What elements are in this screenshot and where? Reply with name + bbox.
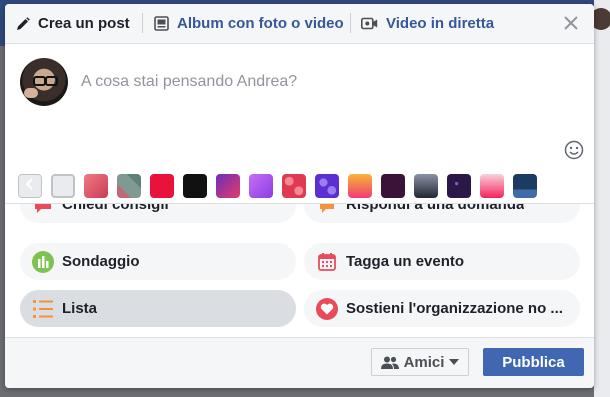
pencil-icon [16, 16, 30, 31]
swatches-back-button[interactable] [18, 174, 42, 198]
swatch-orange-pink[interactable] [348, 174, 372, 198]
tab-create-post-label: Crea un post [38, 15, 130, 32]
tab-live-video-label: Video in diretta [386, 15, 495, 32]
avatar-glasses-right [45, 76, 58, 86]
option-tag-event[interactable]: Tagga un evento [304, 243, 580, 280]
swatch-slate[interactable] [414, 174, 438, 198]
option-answer-question[interactable]: Rispondi a una domanda [304, 203, 580, 223]
swatch-violet[interactable] [249, 174, 273, 198]
swatch-dots-red[interactable] [282, 174, 306, 198]
swatch-dark-plum[interactable] [381, 174, 405, 198]
post-type-tabs: Crea un post Album con foto o video Vide… [5, 4, 594, 44]
audience-selector[interactable]: Amici [371, 348, 469, 376]
option-answer-question-label: Rispondi a una domanda [346, 203, 525, 213]
swatch-dots-purple[interactable] [315, 174, 339, 198]
calendar-icon [315, 250, 338, 273]
tab-create-post[interactable]: Crea un post [16, 4, 130, 43]
swatch-red[interactable] [150, 174, 174, 198]
avatar-hand [24, 88, 38, 98]
swatch-city[interactable] [513, 174, 537, 198]
option-list[interactable]: Lista [20, 290, 296, 327]
create-post-dialog: Crea un post Album con foto o video Vide… [5, 4, 594, 388]
emoji-icon[interactable] [564, 140, 584, 160]
heart-donate-icon [315, 297, 338, 320]
option-tag-event-label: Tagga un evento [346, 253, 465, 270]
list-icon [31, 297, 54, 320]
option-poll-label: Sondaggio [62, 253, 140, 270]
swatch-red-pattern[interactable] [84, 174, 108, 198]
swatch-pink[interactable] [480, 174, 504, 198]
swatch-black[interactable] [183, 174, 207, 198]
friends-icon [380, 356, 399, 369]
post-composer[interactable]: A cosa stai pensando Andrea? [5, 44, 594, 169]
tab-photo-album[interactable]: Album con foto o video [154, 4, 344, 43]
swatch-night[interactable] [447, 174, 471, 198]
option-list-label: Lista [62, 300, 98, 317]
audience-label: Amici [403, 353, 445, 371]
background-color-picker [18, 174, 578, 200]
option-poll[interactable]: Sondaggio [20, 243, 296, 280]
post-options: Chiedi consigli Rispondi a una domanda S… [5, 203, 594, 335]
option-ask-advice[interactable]: Chiedi consigli [20, 203, 296, 223]
tab-divider [142, 13, 143, 33]
publish-button[interactable]: Pubblica [483, 348, 584, 376]
tab-divider [350, 13, 351, 33]
option-ask-advice-label: Chiedi consigli [62, 203, 169, 213]
swatch-purple-pink[interactable] [216, 174, 240, 198]
poll-icon [31, 250, 54, 273]
tab-photo-album-label: Album con foto o video [177, 15, 344, 32]
chevron-down-icon [449, 359, 460, 365]
dialog-footer: Amici Pubblica [5, 337, 594, 388]
swatch-plain[interactable] [51, 174, 75, 198]
close-icon[interactable] [562, 14, 580, 32]
chat-bubble-icon [31, 204, 54, 216]
composer-placeholder[interactable]: A cosa stai pensando Andrea? [81, 73, 297, 91]
answer-icon [315, 204, 338, 216]
page-right-edge [594, 0, 610, 397]
option-support-nonprofit-label: Sostieni l'organizzazione no ... [346, 300, 563, 317]
swatch-geometric[interactable] [117, 174, 141, 198]
video-camera-icon [361, 17, 378, 30]
photo-album-icon [154, 16, 169, 31]
option-support-nonprofit[interactable]: Sostieni l'organizzazione no ... [304, 290, 580, 327]
tab-live-video[interactable]: Video in diretta [361, 4, 494, 43]
chevron-left-icon [25, 177, 35, 195]
avatar[interactable] [20, 58, 68, 106]
